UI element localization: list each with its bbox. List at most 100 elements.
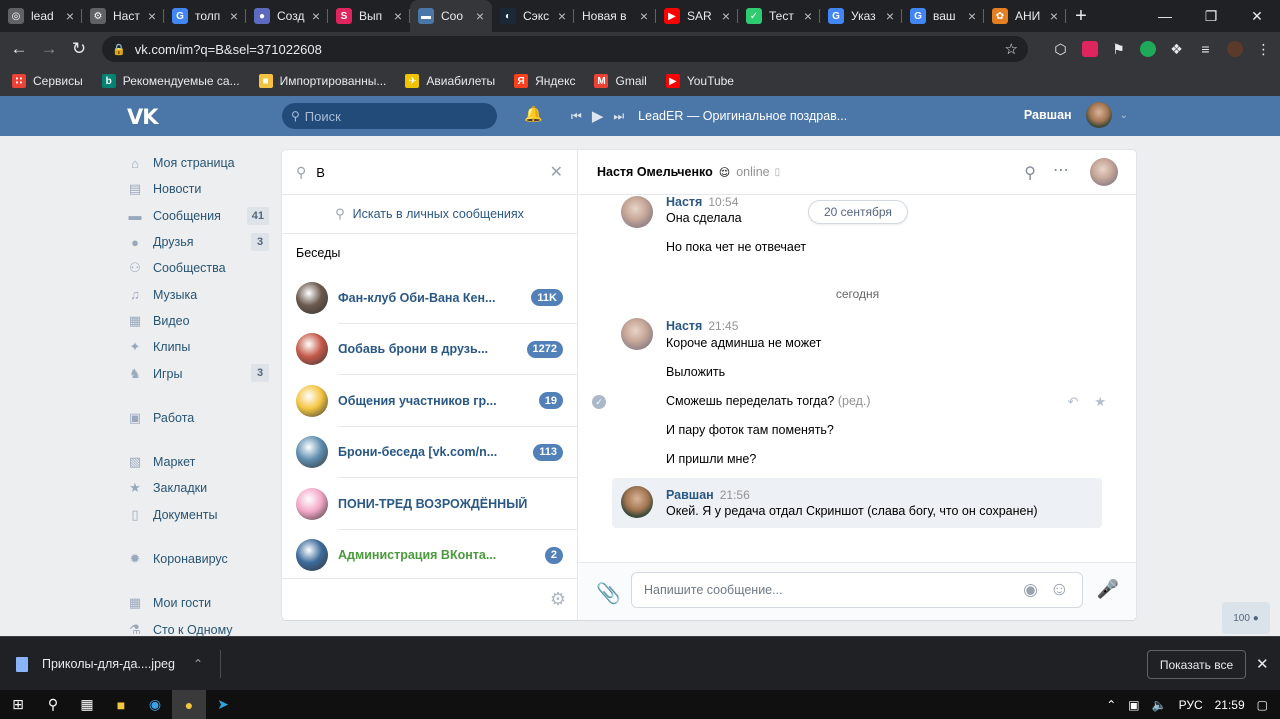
close-tab-icon[interactable]: ×: [148, 8, 156, 24]
sidebar-item-7[interactable]: ✦ Клипы: [127, 334, 269, 360]
star-icon[interactable]: ★: [1094, 394, 1106, 409]
search-icon[interactable]: ⚲: [36, 690, 70, 719]
user-menu[interactable]: Равшан ⌄: [1024, 102, 1128, 128]
windows-start-icon[interactable]: ⊞: [0, 690, 36, 719]
sidebar-item-4[interactable]: ⚇ Сообщества: [127, 255, 269, 281]
zoom-badge[interactable]: 100 ●: [1222, 602, 1270, 634]
search-icon[interactable]: ⚲: [1024, 163, 1036, 183]
message-input[interactable]: Напишите сообщение... ◉ ☺: [631, 572, 1083, 608]
bookmark-3[interactable]: ✈ Авиабилеты: [405, 74, 495, 88]
forward-icon[interactable]: →: [34, 39, 64, 59]
close-tab-icon[interactable]: ×: [394, 8, 402, 24]
tab-2[interactable]: Gтолп ×: [164, 0, 246, 32]
sidebar-item-13[interactable]: ✹ Коронавирус: [127, 546, 269, 572]
next-track-icon[interactable]: ⏭: [613, 109, 624, 124]
search-in-messages-link[interactable]: ⚲ Искать в личных сообщениях: [282, 195, 577, 234]
close-window-icon[interactable]: ✕: [1234, 0, 1280, 32]
sidebar-item-9[interactable]: ▣ Работа: [127, 405, 269, 431]
shield-extension-icon[interactable]: ⚑: [1104, 41, 1133, 58]
avatar[interactable]: [621, 486, 653, 518]
track-title[interactable]: LeadER — Оригинальное поздрав...: [638, 109, 847, 123]
tab-1[interactable]: ⚙ Наст ×: [82, 0, 164, 32]
volume-icon[interactable]: 🔈: [1152, 698, 1167, 712]
sidebar-item-11[interactable]: ★ Закладки: [127, 475, 269, 501]
message-author[interactable]: Настя 21:45: [666, 319, 738, 333]
kebab-menu-icon[interactable]: ⋮: [1249, 41, 1278, 58]
new-tab-button[interactable]: +: [1066, 5, 1096, 28]
close-tab-icon[interactable]: ×: [804, 8, 812, 24]
emoji-icon[interactable]: ☺: [1050, 579, 1069, 601]
tab-9[interactable]: ✓ Тест ×: [738, 0, 820, 32]
close-tab-icon[interactable]: ×: [312, 8, 320, 24]
dialog-search-input[interactable]: В: [316, 165, 549, 180]
sidebar-item-3[interactable]: ● Друзья 3: [127, 229, 269, 255]
close-tab-icon[interactable]: ×: [968, 8, 976, 24]
check-icon[interactable]: ✓: [592, 395, 606, 409]
tab-6[interactable]: ◐ Сэкс ×: [492, 0, 574, 32]
close-tab-icon[interactable]: ×: [1050, 8, 1058, 24]
close-tab-icon[interactable]: ×: [476, 8, 484, 24]
sidebar-item-6[interactable]: ▦ Видео: [127, 308, 269, 334]
sidebar-item-5[interactable]: ♫ Музыка: [127, 281, 269, 307]
bell-icon[interactable]: 🔔: [524, 105, 543, 123]
peer-name[interactable]: Настя Омельченко: [597, 165, 713, 179]
clear-icon[interactable]: ✕: [550, 162, 563, 182]
play-icon[interactable]: ▶: [592, 107, 604, 125]
reply-icon[interactable]: ↶: [1067, 394, 1078, 409]
close-icon[interactable]: ✕: [1256, 655, 1269, 673]
microphone-icon[interactable]: 🎤: [1097, 579, 1119, 600]
download-item[interactable]: Приколы-для-да....jpeg ⌃: [16, 650, 221, 678]
back-icon[interactable]: ←: [4, 39, 34, 59]
omnibox[interactable]: 🔒 vk.com/im?q=B&sel=371022608 ☆: [102, 36, 1028, 62]
paperclip-icon[interactable]: 📎: [596, 581, 621, 606]
close-tab-icon[interactable]: ×: [722, 8, 730, 24]
bookmark-1[interactable]: b Рекомендуемые са...: [101, 74, 240, 88]
sidebar-item-14[interactable]: ▦ Мои гости: [127, 590, 269, 616]
chevron-up-icon[interactable]: ⌃: [1106, 698, 1116, 712]
sidebar-item-8[interactable]: ♞ Игры 3: [127, 360, 269, 386]
conversation-item[interactable]: Администрация ВКонта... 2: [282, 530, 577, 582]
reading-list-icon[interactable]: ≡: [1191, 41, 1220, 57]
vk-search-input[interactable]: ⚲ Поиск: [282, 103, 497, 129]
close-tab-icon[interactable]: ×: [558, 8, 566, 24]
bookmark-6[interactable]: ▶ YouTube: [665, 74, 734, 88]
task-view-icon[interactable]: ▦: [70, 690, 104, 719]
conversation-item[interactable]: ПОНИ-ТРЕД ВОЗРОЖДЁННЫЙ: [282, 478, 577, 530]
close-tab-icon[interactable]: ×: [66, 8, 74, 24]
avatar[interactable]: [621, 196, 653, 228]
puzzle-icon[interactable]: ❖: [1162, 41, 1191, 58]
circle-extension-icon[interactable]: [1133, 41, 1162, 57]
chevron-up-icon[interactable]: ⌃: [193, 657, 203, 671]
restore-icon[interactable]: ❐: [1188, 0, 1234, 32]
minimize-icon[interactable]: —: [1142, 0, 1188, 32]
close-tab-icon[interactable]: ×: [230, 8, 238, 24]
sidebar-item-12[interactable]: ▯ Документы: [127, 502, 269, 528]
bookmark-star-icon[interactable]: ☆: [1005, 40, 1018, 58]
tab-7[interactable]: Новая в ×: [574, 0, 656, 32]
edge-icon[interactable]: ◉: [138, 690, 172, 719]
profile-avatar-icon[interactable]: [1220, 41, 1249, 57]
gear-icon[interactable]: ⚙: [550, 589, 566, 610]
tab-8[interactable]: ▶ SAR ×: [656, 0, 738, 32]
bookmark-5[interactable]: M Gmail: [594, 74, 647, 88]
more-icon[interactable]: ⋯: [1053, 160, 1070, 180]
tab-0[interactable]: ◎ lead ×: [0, 0, 82, 32]
camera-icon[interactable]: ◉: [1023, 580, 1038, 600]
tab-10[interactable]: G Указ ×: [820, 0, 902, 32]
tab-5[interactable]: ▬ Соо ×: [410, 0, 492, 32]
tab-3[interactable]: ● Созд ×: [246, 0, 328, 32]
url-text[interactable]: vk.com/im?q=B&sel=371022608: [135, 42, 1005, 57]
close-tab-icon[interactable]: ×: [640, 8, 648, 24]
close-tab-icon[interactable]: ×: [886, 8, 894, 24]
language-indicator[interactable]: РУС: [1179, 698, 1203, 712]
bookmark-2[interactable]: ■ Импортированны...: [258, 74, 386, 88]
message-author[interactable]: Равшан 21:56: [666, 488, 750, 502]
chrome-icon[interactable]: ●: [172, 690, 206, 719]
bookmark-0[interactable]: ∷ Сервисы: [12, 74, 83, 88]
telegram-icon[interactable]: ➤: [206, 690, 240, 719]
file-explorer-icon[interactable]: ■: [104, 690, 138, 719]
sidebar-item-2[interactable]: ▬ Сообщения 41: [127, 203, 269, 229]
avatar[interactable]: [621, 318, 653, 350]
sidebar-item-0[interactable]: ⌂ Моя страница: [127, 150, 269, 176]
conversation-item[interactable]: Ɑобавь брони в друзь... 1272: [282, 324, 577, 376]
